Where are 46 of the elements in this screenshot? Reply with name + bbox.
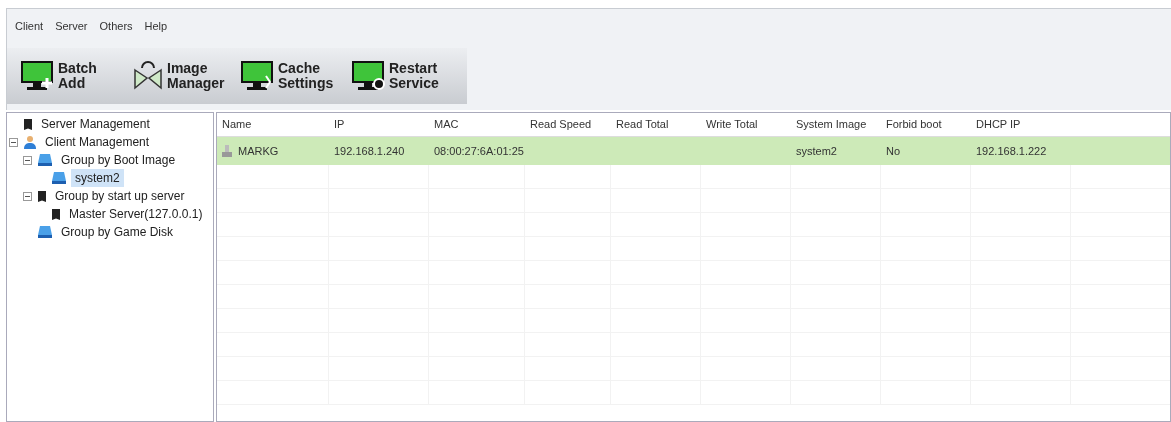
tree-item[interactable]: Group by Game Disk xyxy=(57,223,178,241)
column-header[interactable]: System Image xyxy=(791,116,881,133)
tree-item[interactable]: system2 xyxy=(71,169,124,187)
disk-icon xyxy=(51,171,67,185)
monitor-circle-icon xyxy=(352,60,386,92)
tree-item[interactable]: Client Management xyxy=(41,133,154,151)
column-header[interactable]: Forbid boot xyxy=(881,116,971,133)
column-header[interactable]: Read Total xyxy=(611,116,701,133)
table-cell-text: No xyxy=(886,143,901,159)
toolbar-button[interactable]: Restart Service xyxy=(352,60,453,92)
monitor-plus-icon xyxy=(21,60,55,92)
menu-item[interactable]: Help xyxy=(144,18,168,35)
column-header[interactable]: IP xyxy=(329,116,429,133)
toolbar-button[interactable]: Cache Settings xyxy=(241,60,342,92)
table-cell-text: 192.168.1.240 xyxy=(334,143,405,159)
collapse-toggle[interactable] xyxy=(9,137,18,147)
disk-icon xyxy=(37,153,53,167)
column-header[interactable]: Read Speed xyxy=(525,116,611,133)
menu-item[interactable]: Client xyxy=(15,18,44,35)
tree-item[interactable]: Group by start up server xyxy=(51,187,189,205)
client-icon xyxy=(222,145,232,157)
tree-item[interactable]: Master Server(127.0.0.1) xyxy=(65,205,207,223)
table-cell-text: 08:00:27:6A:01:25 xyxy=(434,143,524,159)
server-icon xyxy=(51,207,61,221)
collapse-toggle[interactable] xyxy=(23,155,32,165)
toolbar-button[interactable]: Batch Add xyxy=(21,60,122,92)
table-row[interactable]: MARKG 192.168.1.240 08:00:27:6A:01:25 system2 No 192.168.1.222 xyxy=(217,137,1170,165)
table-cell-text: 192.168.1.222 xyxy=(976,143,1047,159)
menu-item[interactable]: Others xyxy=(99,18,133,35)
column-header[interactable]: DHCP IP xyxy=(971,116,1071,133)
column-header[interactable]: Write Total xyxy=(701,116,791,133)
collapse-toggle[interactable] xyxy=(23,191,32,201)
monitor-arrow-icon xyxy=(241,60,275,92)
tree-item[interactable]: Group by Boot Image xyxy=(57,151,180,169)
server-icon xyxy=(23,117,33,131)
table-cell-text: system2 xyxy=(796,143,837,159)
server-icon xyxy=(37,189,47,203)
menu-item[interactable]: Server xyxy=(55,18,88,35)
tree-item[interactable]: Server Management xyxy=(37,115,154,133)
hourglass-icon xyxy=(132,60,164,92)
user-icon xyxy=(23,135,37,149)
table-cell-text: MARKG xyxy=(238,143,279,159)
disk-icon xyxy=(37,225,53,239)
column-header[interactable]: MAC xyxy=(429,116,525,133)
column-header[interactable]: Name xyxy=(217,116,329,133)
toolbar-button[interactable]: Image Manager xyxy=(132,60,231,92)
